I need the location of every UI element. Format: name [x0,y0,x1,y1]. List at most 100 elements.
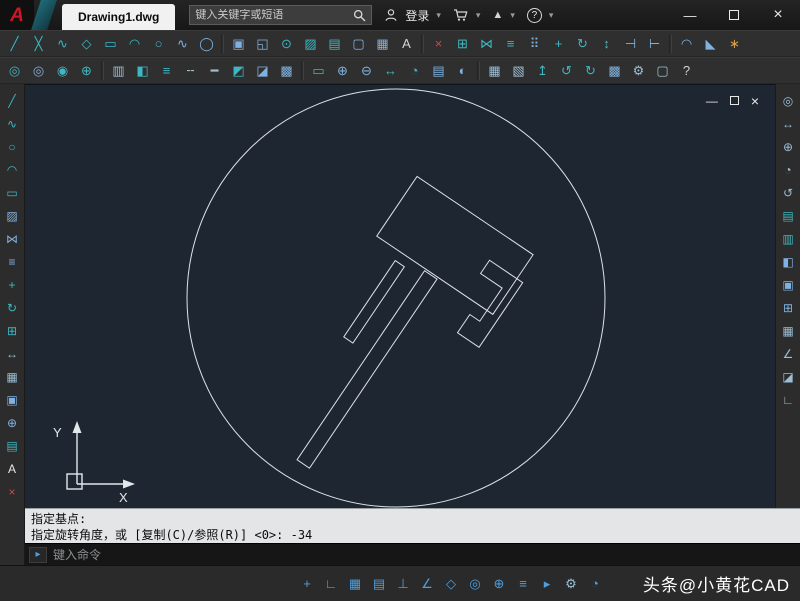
make-block-icon[interactable]: ◱ [251,32,274,55]
array-icon[interactable]: ⠿ [523,32,546,55]
doc-close-button[interactable]: × [751,93,759,109]
help-toolbar-icon[interactable]: ? [675,59,698,82]
rectangle-tool-icon[interactable]: ▭ [2,182,23,203]
handle-rect-entity[interactable] [296,270,438,469]
layer-icon[interactable]: ≡ [155,59,178,82]
hook-polyline-entity[interactable] [446,259,524,348]
circle-2p-icon[interactable]: ◎ [27,59,50,82]
table-tool-icon[interactable]: ▦ [2,366,23,387]
table-icon[interactable]: ▦ [371,32,394,55]
region-icon[interactable]: ▢ [347,32,370,55]
layers-tool-icon[interactable]: ▤ [2,435,23,456]
render-icon[interactable]: ◐ [451,59,474,82]
zoom-view-icon[interactable]: ⊕ [778,136,799,157]
erase-tool-icon[interactable]: × [2,481,23,502]
offset-tool-icon[interactable]: ≡ [2,251,23,272]
donut-icon[interactable]: ◎ [3,59,26,82]
move-tool-icon[interactable]: + [2,274,23,295]
snap-mode-icon[interactable]: ▦ [343,572,367,596]
dimension-tool-icon[interactable]: ↔ [2,343,23,364]
zoom-out-icon[interactable]: ⊖ [355,59,378,82]
lineweight-display-icon[interactable]: ≡ [511,572,535,596]
view-back-icon[interactable]: ↺ [778,182,799,203]
circle-tool-icon[interactable]: ○ [2,136,23,157]
rotated-shape-group[interactable] [248,175,539,509]
hatch-icon[interactable]: ▨ [299,32,322,55]
object-snap-tracking-icon[interactable]: ⊕ [487,572,511,596]
materials-icon[interactable]: ◪ [251,59,274,82]
texture-icon[interactable]: ▩ [275,59,298,82]
zoom-window-icon[interactable]: ▭ [307,59,330,82]
paste-icon[interactable]: ▥ [107,59,130,82]
infer-constraints-icon[interactable]: ∟ [319,572,343,596]
rectangle-icon[interactable]: ▭ [99,32,122,55]
gradient-icon[interactable]: ▤ [323,32,346,55]
doc-restore-button[interactable] [729,94,739,108]
head-rect-entity[interactable] [376,175,534,316]
orbit-icon[interactable]: ◔ [403,59,426,82]
maximize-button[interactable] [712,0,756,30]
circle-entity[interactable] [186,88,606,508]
object-snap-icon[interactable]: ◎ [463,572,487,596]
offset-icon[interactable]: ≡ [499,32,522,55]
undo-icon[interactable]: ↺ [555,59,578,82]
export-icon[interactable]: ↥ [531,59,554,82]
trim-icon[interactable]: ⊣ [619,32,642,55]
annotation-monitor-icon[interactable]: ◔ [583,572,607,596]
orbit-view-icon[interactable]: ◔ [778,159,799,180]
rotate-tool-icon[interactable]: ↻ [2,297,23,318]
copy-icon[interactable]: ⊞ [451,32,474,55]
steering-wheel-icon[interactable]: ◎ [778,90,799,111]
polyline-icon[interactable]: ∿ [51,32,74,55]
linetype-icon[interactable]: ╌ [179,59,202,82]
copy-tool-icon[interactable]: ⊞ [2,320,23,341]
command-input[interactable] [53,547,796,562]
polygon-icon[interactable]: ◇ [75,32,98,55]
signin-group[interactable]: 登录 ▾ [384,7,441,24]
search-icon[interactable] [353,9,366,22]
color-icon[interactable]: ◩ [227,59,250,82]
help-group[interactable]: ? ▾ [526,7,553,23]
search-box[interactable] [189,5,373,25]
bar-rect-entity[interactable] [343,259,406,344]
arc-tool-icon[interactable]: ◠ [2,159,23,180]
text-style-icon[interactable]: A [2,458,23,479]
match-properties-icon[interactable]: ◧ [131,59,154,82]
clean-screen-icon[interactable]: ▢ [651,59,674,82]
point-icon[interactable]: ⊙ [275,32,298,55]
measure-palette-icon[interactable]: ∠ [778,343,799,364]
sheet-set-icon[interactable]: ▦ [778,320,799,341]
mtext-icon[interactable]: A [395,32,418,55]
spline-icon[interactable]: ∿ [171,32,194,55]
workspace-switching-icon[interactable]: ⚙ [559,572,583,596]
ucs-toggle-icon[interactable]: ∟ [778,389,799,410]
extend-icon[interactable]: ⊢ [643,32,666,55]
store-group[interactable]: ▾ [453,8,480,22]
app-manager-group[interactable]: ▲ ▾ [492,9,514,21]
section-icon[interactable]: ◪ [778,366,799,387]
erase-icon[interactable]: × [427,32,450,55]
polyline-tool-icon[interactable]: ∿ [2,113,23,134]
dynamic-input-icon[interactable]: ▸ [535,572,559,596]
circle-3p-icon[interactable]: ◉ [51,59,74,82]
ortho-mode-icon[interactable]: ⊥ [391,572,415,596]
line-tool-icon[interactable]: ╱ [2,90,23,111]
redo-icon[interactable]: ↻ [579,59,602,82]
crosshair-icon[interactable]: + [295,572,319,596]
document-tab[interactable]: Drawing1.dwg [62,4,176,30]
move-icon[interactable]: + [547,32,570,55]
measure-icon[interactable]: ⊕ [75,59,98,82]
arc-icon[interactable]: ◠ [123,32,146,55]
hatch-tool-icon[interactable]: ▨ [2,205,23,226]
zoom-in-icon[interactable]: ⊕ [331,59,354,82]
fillet-icon[interactable]: ◠ [675,32,698,55]
blocks-palette-icon[interactable]: ▣ [778,274,799,295]
scale-icon[interactable]: ↕ [595,32,618,55]
mirror-icon[interactable]: ⋈ [475,32,498,55]
layers-palette-icon[interactable]: ▤ [778,205,799,226]
grid-display-icon[interactable]: ▤ [367,572,391,596]
rotate-icon[interactable]: ↻ [571,32,594,55]
isometric-drafting-icon[interactable]: ◇ [439,572,463,596]
materials-palette-icon[interactable]: ◧ [778,251,799,272]
line-icon[interactable]: ╱ [3,32,26,55]
